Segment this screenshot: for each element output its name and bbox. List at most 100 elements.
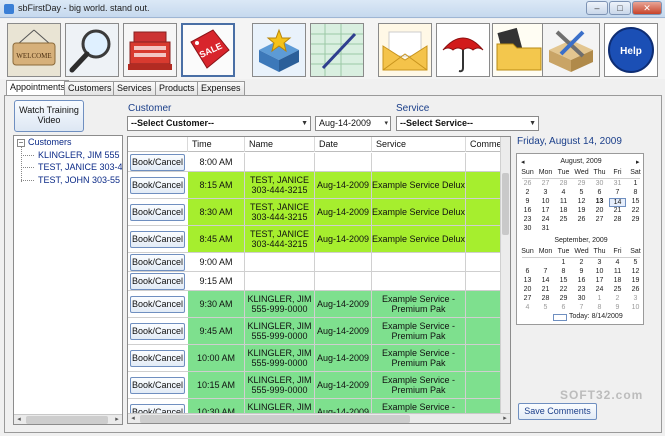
calendar-day[interactable]: 18: [609, 277, 626, 284]
table-row[interactable]: Book/Cancel 8:30 AM TEST, JANICE 303-444-32…: [128, 199, 502, 226]
tree-item[interactable]: KLINGLER, JIM 555: [38, 150, 120, 160]
comments-cell[interactable]: [466, 199, 502, 225]
date-cell[interactable]: Aug-14-2009: [315, 372, 372, 398]
calendar-day[interactable]: 29: [627, 216, 644, 223]
comments-cell[interactable]: [466, 272, 502, 290]
calendar-day[interactable]: 23: [519, 216, 536, 223]
calendar-day[interactable]: 3: [591, 259, 608, 266]
book-cancel-button[interactable]: Book/Cancel: [130, 231, 185, 248]
calendar-day[interactable]: 12: [573, 198, 590, 205]
calendar-day[interactable]: 26: [573, 216, 590, 223]
table-row[interactable]: Book/Cancel 10:00 AM KLINGLER, JIM 555-999-…: [128, 345, 502, 372]
calendar-day[interactable]: 7: [573, 304, 590, 311]
time-cell[interactable]: 8:30 AM: [188, 199, 245, 225]
comments-cell[interactable]: [466, 345, 502, 371]
time-cell[interactable]: 9:00 AM: [188, 253, 245, 271]
date-cell[interactable]: [315, 153, 372, 171]
calendar-day[interactable]: 22: [555, 286, 572, 293]
calendar-day[interactable]: 19: [627, 277, 644, 284]
calendar-day[interactable]: 17: [591, 277, 608, 284]
name-cell[interactable]: TEST, JANICE 303-444-3215: [245, 199, 315, 225]
calendar-day[interactable]: 8: [627, 189, 644, 196]
table-row[interactable]: Book/Cancel 10:15 AM KLINGLER, JIM 555-999-…: [128, 372, 502, 399]
time-cell[interactable]: 8:00 AM: [188, 153, 245, 171]
service-cell[interactable]: [372, 272, 466, 290]
umbrella-button[interactable]: [436, 23, 490, 77]
book-cancel-button[interactable]: Book/Cancel: [130, 177, 185, 194]
calendar-day[interactable]: 15: [627, 198, 644, 205]
column-header-comments[interactable]: Comme: [466, 137, 502, 152]
column-header-name[interactable]: Name: [245, 137, 315, 152]
calendar-day[interactable]: 21: [537, 286, 554, 293]
tab-products[interactable]: Products: [155, 81, 199, 95]
calendar-day[interactable]: 27: [591, 216, 608, 223]
comments-cell[interactable]: [466, 172, 502, 198]
cash-register-button[interactable]: [123, 23, 177, 77]
service-cell[interactable]: Example Service Delux: [372, 226, 466, 252]
time-cell[interactable]: 9:15 AM: [188, 272, 245, 290]
calendar-day[interactable]: 22: [627, 207, 644, 214]
save-comments-button[interactable]: Save Comments: [518, 403, 597, 420]
watch-training-video-button[interactable]: Watch Training Video: [14, 100, 84, 132]
book-cancel-button[interactable]: Book/Cancel: [130, 154, 185, 171]
name-cell[interactable]: [245, 253, 315, 271]
calendar-day[interactable]: 4: [519, 304, 536, 311]
favorites-button[interactable]: [252, 23, 306, 77]
welcome-button[interactable]: WELCOME: [7, 23, 61, 77]
time-cell[interactable]: 10:15 AM: [188, 372, 245, 398]
tab-services[interactable]: Services: [113, 81, 156, 95]
calendar-day[interactable]: 18: [555, 207, 572, 214]
service-cell[interactable]: [372, 253, 466, 271]
settings-button[interactable]: [542, 23, 600, 77]
calendar-day[interactable]: 25: [555, 216, 572, 223]
calendar-day[interactable]: 12: [627, 268, 644, 275]
calendar-day[interactable]: 6: [519, 268, 536, 275]
calendar-day[interactable]: 27: [537, 180, 554, 187]
book-cancel-button[interactable]: Book/Cancel: [130, 254, 185, 271]
calendar-day[interactable]: 3: [627, 295, 644, 302]
calendar-day[interactable]: 8: [591, 304, 608, 311]
service-cell[interactable]: Example Service Delux: [372, 199, 466, 225]
table-row[interactable]: Book/Cancel 9:15 AM: [128, 272, 502, 291]
calendar-day[interactable]: 25: [609, 286, 626, 293]
tree-horizontal-scrollbar[interactable]: ◂ ▸: [14, 414, 122, 424]
calendar-day[interactable]: 5: [573, 189, 590, 196]
service-cell[interactable]: Example Service -Premium Pak: [372, 318, 466, 344]
calendar-day[interactable]: 27: [519, 295, 536, 302]
calendar-day[interactable]: 6: [591, 189, 608, 196]
time-cell[interactable]: 8:45 AM: [188, 226, 245, 252]
month-calendar[interactable]: ◂ ▸ August, 2009 Sun Mon Tue Wed Thu Fri Sat 26 27 2…: [516, 153, 644, 325]
calendar-day[interactable]: 9: [573, 268, 590, 275]
calendar-day[interactable]: 31: [537, 225, 554, 232]
calendar-day[interactable]: 14: [537, 277, 554, 284]
calendar-day[interactable]: 28: [555, 180, 572, 187]
comments-cell[interactable]: [466, 253, 502, 271]
calendar-day[interactable]: 4: [609, 259, 626, 266]
table-row[interactable]: Book/Cancel 8:45 AM TEST, JANICE 303-444-32…: [128, 226, 502, 253]
name-cell[interactable]: TEST, JANICE 303-444-3215: [245, 226, 315, 252]
book-cancel-button[interactable]: Book/Cancel: [130, 377, 185, 394]
calendar-day[interactable]: 2: [609, 295, 626, 302]
sale-button[interactable]: SALE: [181, 23, 235, 77]
calendar-today-link[interactable]: Today: 8/14/2009: [569, 313, 639, 320]
book-cancel-button[interactable]: Book/Cancel: [130, 273, 185, 290]
calendar-day[interactable]: 26: [519, 180, 536, 187]
close-button[interactable]: ✕: [632, 1, 662, 15]
service-cell[interactable]: Example Service -Premium Pak: [372, 372, 466, 398]
help-button[interactable]: Help: [604, 23, 658, 77]
minimize-button[interactable]: –: [586, 1, 608, 15]
calendar-day[interactable]: 1: [591, 295, 608, 302]
calendar-day[interactable]: 29: [555, 295, 572, 302]
time-cell[interactable]: 10:00 AM: [188, 345, 245, 371]
date-picker[interactable]: Aug-14-2009 ▾: [315, 116, 391, 131]
name-cell[interactable]: KLINGLER, JIM555-999-0000: [245, 372, 315, 398]
calendar-day[interactable]: 26: [627, 286, 644, 293]
table-row[interactable]: Book/Cancel 8:00 AM: [128, 153, 502, 172]
calendar-day[interactable]: 30: [573, 295, 590, 302]
date-cell[interactable]: Aug-14-2009: [315, 199, 372, 225]
tree-collapse-toggle[interactable]: −: [17, 139, 25, 147]
date-cell[interactable]: [315, 272, 372, 290]
service-cell[interactable]: Example Service -Premium Pak: [372, 291, 466, 317]
scrollbar-thumb[interactable]: [140, 415, 410, 423]
book-cancel-button[interactable]: Book/Cancel: [130, 323, 185, 340]
